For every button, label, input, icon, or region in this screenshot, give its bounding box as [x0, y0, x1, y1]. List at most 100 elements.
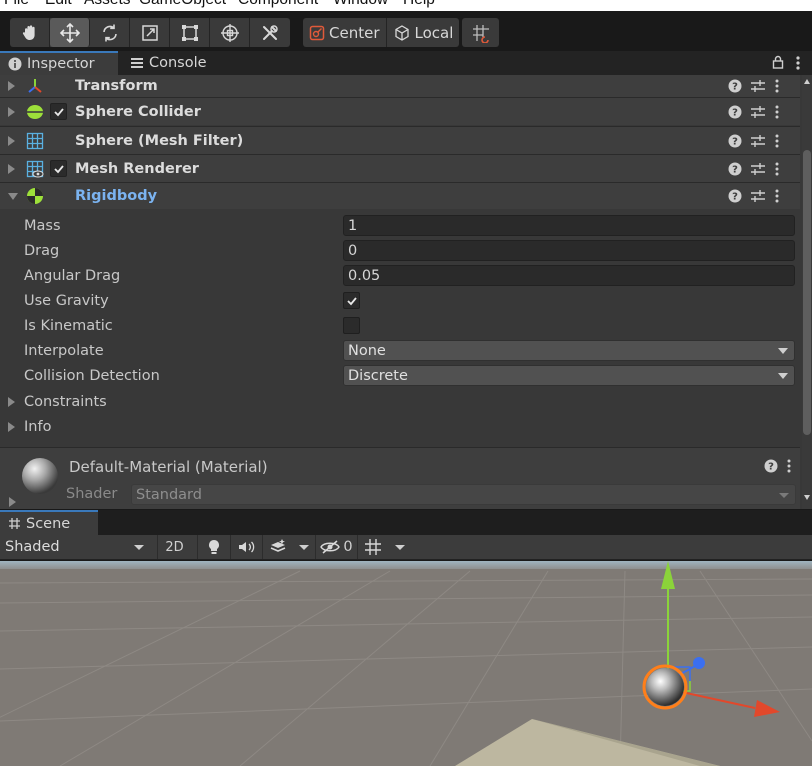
main-toolbar: Center Local [0, 11, 812, 51]
help-icon[interactable]: ? [728, 134, 742, 148]
info-circle-icon [8, 57, 22, 71]
preset-sliders-icon[interactable] [750, 189, 766, 203]
pivot-local-button[interactable]: Local [387, 18, 460, 47]
menu-help[interactable]: Help [403, 0, 435, 9]
inspector-tab-bar: Inspector Console [0, 51, 812, 75]
kebab-menu-icon[interactable] [774, 189, 780, 203]
component-enabled-checkbox[interactable] [50, 103, 67, 120]
shader-dropdown[interactable]: Standard [131, 484, 796, 505]
pivot-group: Center Local [303, 18, 460, 47]
angular-drag-field[interactable]: 0.05 [343, 265, 795, 286]
component-header-rigidbody[interactable]: Rigidbody ? [0, 182, 800, 209]
material-foldout-arrow-icon[interactable] [9, 497, 16, 507]
collision-detection-value: Discrete [348, 367, 408, 384]
move-tool-button[interactable] [50, 18, 90, 47]
gizmos-dropdown-button[interactable] [387, 535, 412, 559]
effects-dropdown-button[interactable] [292, 535, 315, 559]
kebab-menu-icon[interactable] [774, 134, 780, 148]
component-name: Sphere Collider [75, 103, 201, 120]
help-icon[interactable]: ? [728, 162, 742, 176]
component-enabled-checkbox[interactable] [50, 160, 67, 177]
help-icon[interactable]: ? [764, 459, 778, 477]
gizmos-toggle-button[interactable] [357, 535, 387, 559]
interpolate-value: None [348, 342, 386, 359]
kebab-menu-icon[interactable] [774, 79, 780, 93]
interpolate-dropdown[interactable]: None [343, 340, 795, 361]
scroll-up-arrow-icon[interactable] [804, 79, 810, 84]
lock-icon[interactable] [772, 55, 784, 73]
info-foldout[interactable]: Info [0, 414, 800, 439]
help-icon[interactable]: ? [728, 79, 742, 93]
collision-detection-dropdown[interactable]: Discrete [343, 365, 795, 386]
preset-sliders-icon[interactable] [750, 79, 766, 93]
hand-tool-button[interactable] [10, 18, 50, 47]
pivot-center-button[interactable]: Center [303, 18, 387, 47]
hidden-objects-toggle[interactable]: 0 [315, 535, 357, 559]
foldout-arrow-expanded-icon[interactable] [8, 192, 18, 200]
scrollbar-thumb[interactable] [803, 150, 811, 435]
sphere-collider-icon [26, 103, 44, 121]
lighting-toggle-button[interactable] [197, 535, 230, 559]
hidden-count: 0 [343, 539, 353, 555]
menu-file[interactable]: File [4, 0, 29, 9]
scene-view-canvas[interactable] [0, 561, 812, 766]
gizmo-z-handle-icon[interactable] [693, 657, 705, 669]
rect-tool-button[interactable] [170, 18, 210, 47]
material-preview-sphere[interactable] [21, 457, 59, 495]
preset-sliders-icon[interactable] [750, 105, 766, 119]
transform-icon [26, 77, 44, 95]
component-header-transform[interactable]: Transform ? [0, 75, 800, 99]
menu-component[interactable]: Component [238, 0, 318, 9]
use-gravity-label: Use Gravity [24, 292, 109, 309]
foldout-arrow-icon[interactable] [8, 396, 15, 407]
grid-snap-button[interactable] [462, 18, 499, 47]
component-header-mesh-renderer[interactable]: Mesh Renderer ? [0, 154, 800, 182]
drag-field[interactable]: 0 [343, 240, 795, 261]
transform-tool-button[interactable] [210, 18, 250, 47]
menu-edit[interactable]: Edit [45, 0, 72, 9]
menu-assets[interactable]: Assets [84, 0, 131, 9]
menu-gameobject[interactable]: GameObject [139, 0, 226, 9]
scroll-down-arrow-icon[interactable] [804, 495, 810, 500]
foldout-arrow-icon[interactable] [8, 163, 15, 174]
info-label: Info [24, 418, 52, 435]
effects-toggle-button[interactable] [262, 535, 292, 559]
foldout-arrow-icon[interactable] [8, 421, 15, 432]
sphere-object[interactable] [646, 668, 684, 706]
tab-inspector[interactable]: Inspector [0, 51, 118, 75]
mass-field[interactable]: 1 [343, 215, 795, 236]
preset-sliders-icon[interactable] [750, 162, 766, 176]
help-icon[interactable]: ? [728, 105, 742, 119]
tab-console[interactable]: Console [122, 51, 222, 75]
rotate-tool-button[interactable] [90, 18, 130, 47]
menu-window[interactable]: Window [333, 0, 388, 9]
foldout-arrow-icon[interactable] [8, 80, 15, 91]
kebab-menu-icon[interactable] [774, 105, 780, 119]
shading-mode-dropdown[interactable]: Shaded [0, 535, 154, 559]
component-header-sphere-collider[interactable]: Sphere Collider ? [0, 97, 800, 125]
foldout-arrow-icon[interactable] [8, 106, 15, 117]
mesh-renderer-icon [26, 160, 44, 178]
rect-transform-icon [181, 24, 198, 41]
pivot-center-label: Center [329, 23, 380, 42]
constraints-foldout[interactable]: Constraints [0, 389, 800, 414]
use-gravity-checkbox[interactable] [343, 292, 360, 309]
inspector-scrollbar[interactable] [802, 75, 812, 509]
foldout-arrow-icon[interactable] [8, 135, 15, 146]
scene-viewport[interactable] [0, 561, 812, 766]
dropdown-arrow-icon [134, 545, 144, 550]
is-kinematic-checkbox[interactable] [343, 317, 360, 334]
scale-icon [141, 24, 158, 41]
component-header-mesh-filter[interactable]: Sphere (Mesh Filter) ? [0, 126, 800, 154]
kebab-menu-icon[interactable] [786, 459, 792, 477]
mesh-filter-icon [26, 132, 44, 150]
custom-tool-button[interactable] [250, 18, 290, 47]
tab-scene[interactable]: Scene [0, 510, 98, 535]
audio-toggle-button[interactable] [230, 535, 262, 559]
toggle-2d-button[interactable]: 2D [157, 535, 191, 559]
kebab-menu-icon[interactable] [774, 162, 780, 176]
scale-tool-button[interactable] [130, 18, 170, 47]
tab-menu-kebab-icon[interactable] [795, 55, 801, 75]
help-icon[interactable]: ? [728, 189, 742, 203]
preset-sliders-icon[interactable] [750, 134, 766, 148]
